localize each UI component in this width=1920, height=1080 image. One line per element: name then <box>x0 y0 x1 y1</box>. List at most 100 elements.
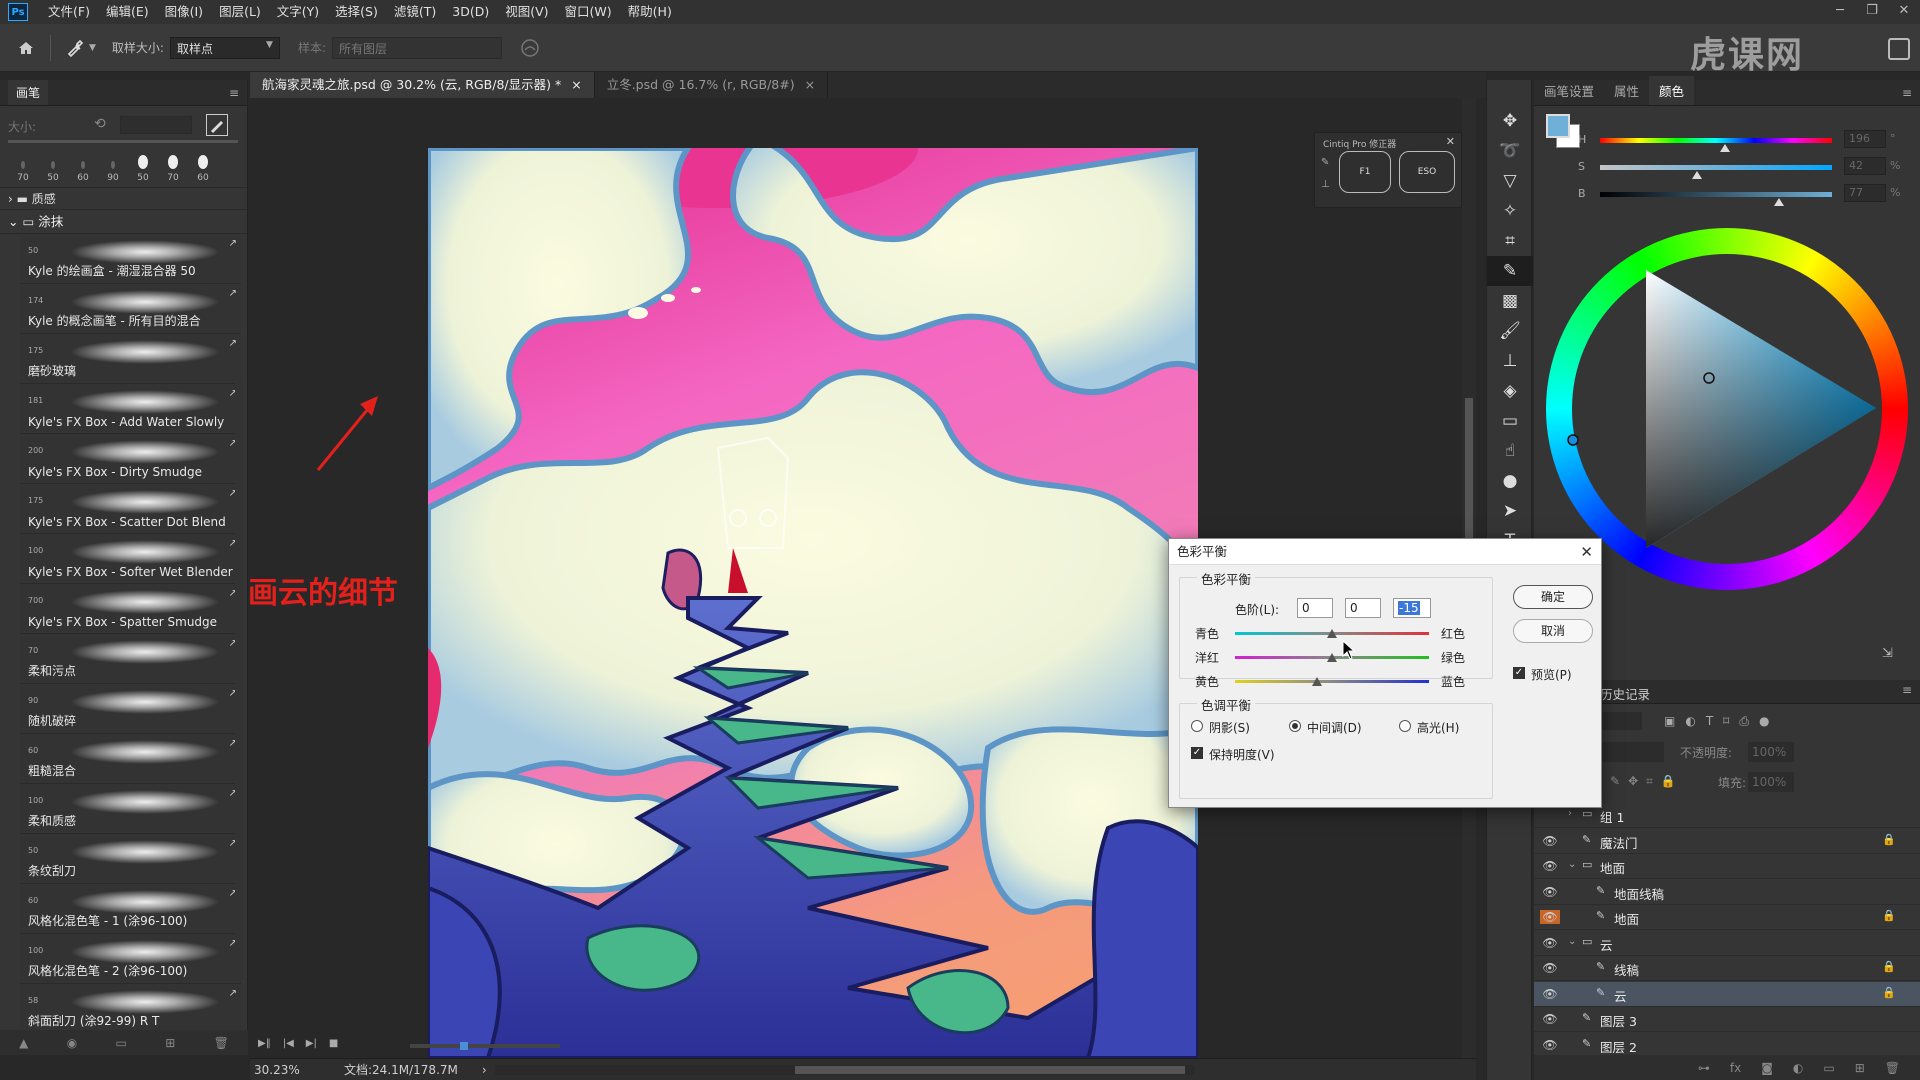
panel-menu-icon[interactable]: ≡ <box>1902 683 1912 697</box>
preserve-luminosity-checkbox[interactable]: ✓ <box>1191 747 1203 759</box>
new-icon[interactable]: ⊞ <box>165 1036 175 1050</box>
close-icon[interactable]: ✕ <box>1888 0 1920 24</box>
brush-preset-item[interactable]: 175 磨砂玻璃 ↗ <box>20 334 241 384</box>
move-tool-icon[interactable]: ✥ <box>1487 106 1533 136</box>
visibility-eye-icon[interactable]: 👁 <box>1540 885 1560 899</box>
saturation-slider[interactable] <box>1600 165 1832 170</box>
lasso-tool-icon[interactable]: ➰ <box>1487 136 1533 166</box>
tool-preset-chevron-icon[interactable]: ▼ <box>89 43 96 53</box>
layer-row[interactable]: 👁 ✎ 地面 🔒 <box>1534 905 1920 930</box>
panel-menu-icon[interactable]: ≡ <box>1902 86 1912 100</box>
layer-row[interactable]: 👁 ✎ 图层 3 <box>1534 1007 1920 1032</box>
chevron-right-icon[interactable]: › <box>1568 808 1572 819</box>
menu-item[interactable]: 文字(Y) <box>269 0 327 24</box>
image-filter-icon[interactable]: ▣ <box>1664 714 1675 729</box>
new-brush-icon[interactable] <box>206 114 228 136</box>
smudge-tool-icon[interactable]: ☝ <box>1487 436 1533 466</box>
crop-tool-icon[interactable]: ⌗ <box>1487 226 1533 256</box>
levels-cyan-red-input[interactable]: 0 <box>1297 598 1333 618</box>
brush-preset-item[interactable]: 100 柔和质感 ↗ <box>20 784 241 834</box>
lock-all-icon[interactable]: 🔒 <box>1661 774 1676 789</box>
menu-item[interactable]: 图层(L) <box>211 0 269 24</box>
brush-preset-item[interactable]: 200 Kyle's FX Box - Dirty Smudge ↗ <box>20 434 241 484</box>
lock-artboard-icon[interactable]: ⌗ <box>1646 774 1653 789</box>
brush-preset[interactable]: 60 <box>68 150 98 183</box>
yellow-blue-slider-thumb[interactable] <box>1312 677 1323 686</box>
visibility-eye-icon[interactable]: 👁 <box>1540 834 1560 848</box>
brush-preset-item[interactable]: 50 Kyle 的绘画盒 - 潮湿混合器 50 ↗ <box>20 234 241 284</box>
opacity-input[interactable]: 100% <box>1748 742 1794 762</box>
minimize-icon[interactable]: ─ <box>1824 0 1856 24</box>
toggle-visibility-icon[interactable]: ◉ <box>67 1036 77 1050</box>
type-filter-icon[interactable]: T <box>1706 714 1713 729</box>
saturation-value[interactable]: 42 <box>1844 157 1886 175</box>
document-tab[interactable]: 立冬.psd @ 16.7% (r, RGB/8#) × <box>595 72 829 98</box>
zoom-level[interactable]: 30.23% <box>254 1063 324 1077</box>
sample-select[interactable]: 所有图层 <box>332 36 503 59</box>
blend-mode-dropdown[interactable] <box>1600 742 1664 762</box>
layer-row[interactable]: 👁 ✎ 地面线稿 <box>1534 880 1920 905</box>
brush-preset[interactable]: 70 <box>158 150 188 183</box>
panel-menu-icon[interactable]: ≡ <box>229 86 239 100</box>
visibility-eye-icon[interactable]: 👁 <box>1540 910 1560 924</box>
visibility-eye-icon[interactable]: 👁 <box>1540 1012 1560 1026</box>
previous-frame-icon[interactable]: |◀ <box>283 1038 294 1049</box>
ok-button[interactable]: 确定 <box>1513 585 1593 609</box>
brush-tool-icon[interactable]: 🖌 <box>1487 316 1533 346</box>
layer-row[interactable]: 👁 ✎ 线稿 🔒 <box>1534 956 1920 981</box>
brush-scrollbar[interactable] <box>235 380 243 980</box>
menu-item[interactable]: 图像(I) <box>157 0 211 24</box>
chevron-down-icon[interactable]: ⌄ <box>1568 936 1576 947</box>
path-selection-tool-icon[interactable]: ➤ <box>1487 496 1533 526</box>
sponge-tool-icon[interactable]: ● <box>1487 466 1533 496</box>
panel-tab[interactable]: 颜色 <box>1649 76 1695 105</box>
menu-item[interactable]: 3D(D) <box>444 0 497 24</box>
size-input[interactable] <box>120 116 192 134</box>
brightness-slider-thumb[interactable] <box>1773 198 1784 206</box>
brush-preset[interactable]: 50 <box>38 150 68 183</box>
menu-item[interactable]: 编辑(E) <box>98 0 157 24</box>
play-pause-icon[interactable]: ▶‖ <box>258 1038 271 1049</box>
sample-size-select[interactable]: 取样点 ▼ <box>169 36 280 59</box>
menu-item[interactable]: 窗口(W) <box>557 0 620 24</box>
brush-preset-item[interactable]: 60 风格化混色笔 - 1 (涂96-100) ↗ <box>20 884 241 934</box>
pin-icon[interactable]: ↗ <box>229 338 237 349</box>
brush-group-smudge[interactable]: ⌄ ▭ 涂抹 <box>0 210 247 234</box>
brush-preset[interactable]: 60 <box>188 150 218 183</box>
brush-size-small-icon[interactable]: ▲ <box>19 1036 28 1050</box>
adjustment-filter-icon[interactable]: ◐ <box>1685 714 1695 729</box>
brush-preset-item[interactable]: 58 斜面刮刀 (涂92-99) R T ↗ <box>20 984 241 1034</box>
preview-checkbox[interactable]: ✓ <box>1513 667 1525 679</box>
filter-toggle-icon[interactable]: ● <box>1759 714 1769 729</box>
brightness-slider[interactable] <box>1600 192 1832 197</box>
midtones-radio[interactable] <box>1289 720 1301 732</box>
cyan-red-slider-thumb[interactable] <box>1327 629 1337 638</box>
panel-tab[interactable]: 属性 <box>1604 76 1649 105</box>
close-icon[interactable]: ✕ <box>1446 135 1455 148</box>
stamp-tool-icon[interactable]: ⊥ <box>1487 346 1533 376</box>
layer-row[interactable]: 👁 ✎ 图层 2 <box>1534 1033 1920 1054</box>
cancel-button[interactable]: 取消 <box>1513 619 1593 643</box>
brush-preset-item[interactable]: 60 粗糙混合 ↗ <box>20 734 241 784</box>
brush-preset-item[interactable]: 90 随机破碎 ↗ <box>20 684 241 734</box>
chevron-down-icon[interactable]: ⌄ <box>1568 859 1576 870</box>
levels-yellow-blue-input[interactable]: -15 <box>1393 598 1431 618</box>
layer-row[interactable]: 👁 ⌄ ▭ 地面 <box>1534 854 1920 879</box>
eso-button[interactable]: ESO <box>1399 151 1455 193</box>
close-tab-icon[interactable]: × <box>571 77 581 92</box>
visibility-eye-icon[interactable] <box>1540 808 1560 822</box>
size-slider[interactable] <box>8 140 238 143</box>
brush-preset[interactable]: 90 <box>98 150 128 183</box>
eyedropper-tool-icon[interactable] <box>61 34 89 62</box>
next-frame-icon[interactable]: ▶| <box>306 1038 317 1049</box>
visibility-eye-icon[interactable]: 👁 <box>1540 859 1560 873</box>
gradient-tool-icon[interactable]: ▭ <box>1487 406 1533 436</box>
visibility-eye-icon[interactable]: 👁 <box>1540 936 1560 950</box>
saturation-slider-thumb[interactable] <box>1692 171 1703 179</box>
magenta-green-slider-thumb[interactable] <box>1327 653 1337 662</box>
healing-brush-tool-icon[interactable]: ▩ <box>1487 286 1533 316</box>
folder-icon[interactable]: ▭ <box>116 1036 127 1050</box>
menu-item[interactable]: 选择(S) <box>327 0 386 24</box>
layer-row[interactable]: 👁 ✎ 魔法门 🔒 <box>1534 829 1920 854</box>
share-icon[interactable] <box>1888 38 1910 60</box>
